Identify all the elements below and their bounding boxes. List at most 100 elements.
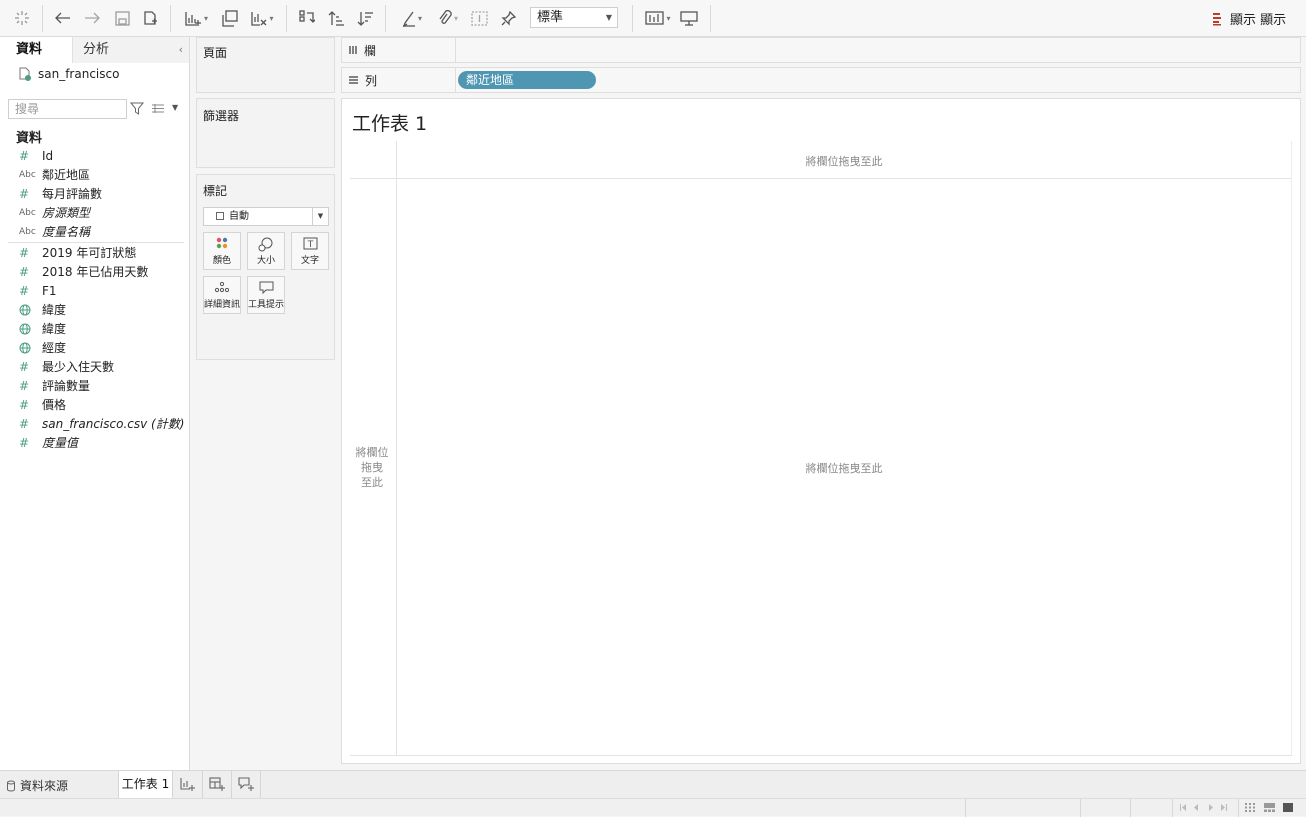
row-drop-zone[interactable]: 將欄位 拖曳 至此 [350, 445, 394, 490]
field-name: 2019 年可訂狀態 [42, 246, 137, 260]
detail-icon [214, 281, 230, 293]
tooltip-button[interactable]: 工具提示 [247, 276, 285, 314]
sheet-navigation-icon[interactable] [1180, 803, 1230, 812]
center-drop-zone[interactable]: 將欄位拖曳至此 [397, 460, 1291, 476]
redo-icon[interactable] [81, 6, 103, 30]
search-input[interactable] [8, 99, 127, 119]
number-type-icon: # [19, 283, 30, 298]
field-item-dimension-0[interactable]: # Id [0, 146, 189, 165]
field-item-measure-2[interactable]: # F1 [0, 281, 189, 300]
number-type-icon: # [19, 148, 30, 163]
datasource-item[interactable]: san_francisco [18, 67, 119, 81]
field-item-measure-4[interactable]: 緯度 [0, 319, 189, 338]
fit-select[interactable]: 標準 ▼ [530, 7, 618, 28]
swap-icon[interactable] [296, 6, 318, 30]
pane-tabs: 資料 分析 ‹ [0, 37, 189, 63]
labels-icon[interactable] [468, 6, 490, 30]
new-worksheet-tab-button[interactable] [174, 771, 203, 798]
columns-shelf-label: 欄 [342, 38, 456, 62]
text-button[interactable]: T 文字 [291, 232, 329, 270]
new-worksheet-icon[interactable]: ▾ [180, 6, 212, 30]
duplicate-sheet-icon[interactable] [218, 6, 240, 30]
group-icon[interactable]: ▾ [432, 6, 464, 30]
chevron-down-icon[interactable]: ▼ [172, 103, 178, 112]
number-type-icon: # [19, 416, 30, 431]
row-drop-zone-text: 將欄位 拖曳 至此 [355, 446, 389, 489]
field-item-measure-8[interactable]: # 價格 [0, 395, 189, 414]
number-type-icon: # [19, 397, 30, 412]
field-name: san_francisco.csv (計數) [42, 417, 185, 431]
field-item-measure-3[interactable]: 緯度 [0, 300, 189, 319]
status-bar [0, 798, 1306, 817]
field-item-dimension-2[interactable]: # 每月評論數 [0, 184, 189, 203]
rows-shelf[interactable]: 列 鄰近地區 [341, 67, 1301, 93]
field-item-measure-6[interactable]: # 最少入住天數 [0, 357, 189, 376]
sheet-title[interactable]: 工作表 1 [352, 109, 427, 136]
datasource-icon [19, 67, 31, 81]
chevron-down-icon: ▼ [312, 208, 328, 225]
field-name: 緯度 [42, 303, 67, 317]
tab-sheet-1[interactable]: 工作表 1 [118, 771, 173, 798]
columns-shelf[interactable]: 欄 [341, 37, 1301, 63]
field-item-dimension-4[interactable]: Abc 度量名稱 [0, 222, 189, 241]
field-item-measure-10[interactable]: # 度量值 [0, 433, 189, 452]
list-view-icon[interactable] [151, 103, 165, 114]
field-name: 度量名稱 [42, 225, 91, 239]
number-type-icon: # [19, 435, 30, 450]
pages-card[interactable]: 頁面 [196, 37, 335, 93]
number-type-icon: # [19, 245, 30, 260]
data-pane: 資料 分析 ‹ san_francisco ▼ 資料 # Id Abc 鄰近地區 # 每月… [0, 37, 190, 770]
new-story-tab-button[interactable] [232, 771, 261, 798]
new-dashboard-icon [209, 777, 225, 791]
new-datasource-icon[interactable] [139, 6, 161, 30]
color-button[interactable]: 顏色 [203, 232, 241, 270]
field-item-measure-0[interactable]: #2019 年可訂狀態 [0, 243, 189, 262]
color-icon [216, 237, 228, 249]
mark-type-dropdown[interactable]: 自動 ▼ [203, 207, 329, 226]
field-item-measure-5[interactable]: 經度 [0, 338, 189, 357]
size-icon [258, 237, 273, 252]
tooltip-icon [259, 281, 273, 294]
sort-descending-icon[interactable] [354, 6, 376, 30]
pages-title: 頁面 [203, 46, 228, 60]
grid-view-icon[interactable] [1245, 803, 1255, 812]
tab-data[interactable]: 資料 [0, 37, 72, 63]
tableau-logo-icon[interactable] [10, 6, 34, 30]
filters-card[interactable]: 篩選器 [196, 98, 335, 168]
save-icon[interactable] [111, 6, 133, 30]
presentation-icon[interactable] [678, 6, 700, 30]
pin-icon[interactable] [497, 6, 519, 30]
field-name: 評論數量 [42, 379, 91, 393]
field-item-measure-7[interactable]: # 評論數量 [0, 376, 189, 395]
string-type-icon: Abc [19, 226, 36, 237]
field-name: 度量值 [42, 436, 79, 450]
field-name: 2018 年已佔用天數 [42, 265, 149, 279]
divider [350, 755, 1292, 756]
new-dashboard-tab-button[interactable] [203, 771, 232, 798]
field-item-measure-9[interactable]: # san_francisco.csv (計數) [0, 414, 189, 433]
highlight-icon[interactable]: ▾ [396, 6, 428, 30]
column-drop-zone[interactable]: 將欄位拖曳至此 [397, 153, 1291, 169]
filmstrip-view-icon[interactable] [1264, 803, 1275, 812]
rows-pill-neighbourhood[interactable]: 鄰近地區 [458, 71, 596, 89]
size-button[interactable]: 大小 [247, 232, 285, 270]
sort-ascending-icon[interactable] [325, 6, 347, 30]
collapse-pane-icon[interactable]: ‹ [179, 37, 183, 62]
globe-icon [0, 304, 42, 316]
tab-view-icon[interactable] [1283, 803, 1293, 812]
field-name: 價格 [42, 398, 67, 412]
filter-icon[interactable] [130, 102, 144, 115]
field-item-dimension-3[interactable]: Abc 房源類型 [0, 203, 189, 222]
field-name: 最少入住天數 [42, 360, 115, 374]
field-item-dimension-1[interactable]: Abc 鄰近地區 [0, 165, 189, 184]
field-item-measure-1[interactable]: #2018 年已佔用天數 [0, 262, 189, 281]
show-me-button[interactable]: 顯示 顯示 [1212, 9, 1286, 28]
fit-icon[interactable]: ▾ [642, 6, 674, 30]
filters-title: 篩選器 [203, 109, 240, 123]
detail-button[interactable]: 詳細資訊 [203, 276, 241, 314]
tab-analysis[interactable]: 分析 ‹ [72, 37, 189, 63]
string-type-icon: Abc [19, 207, 36, 218]
datasource-tab[interactable]: 資料來源 [6, 777, 68, 794]
undo-icon[interactable] [52, 6, 74, 30]
clear-sheet-icon[interactable]: ▾ [246, 6, 278, 30]
